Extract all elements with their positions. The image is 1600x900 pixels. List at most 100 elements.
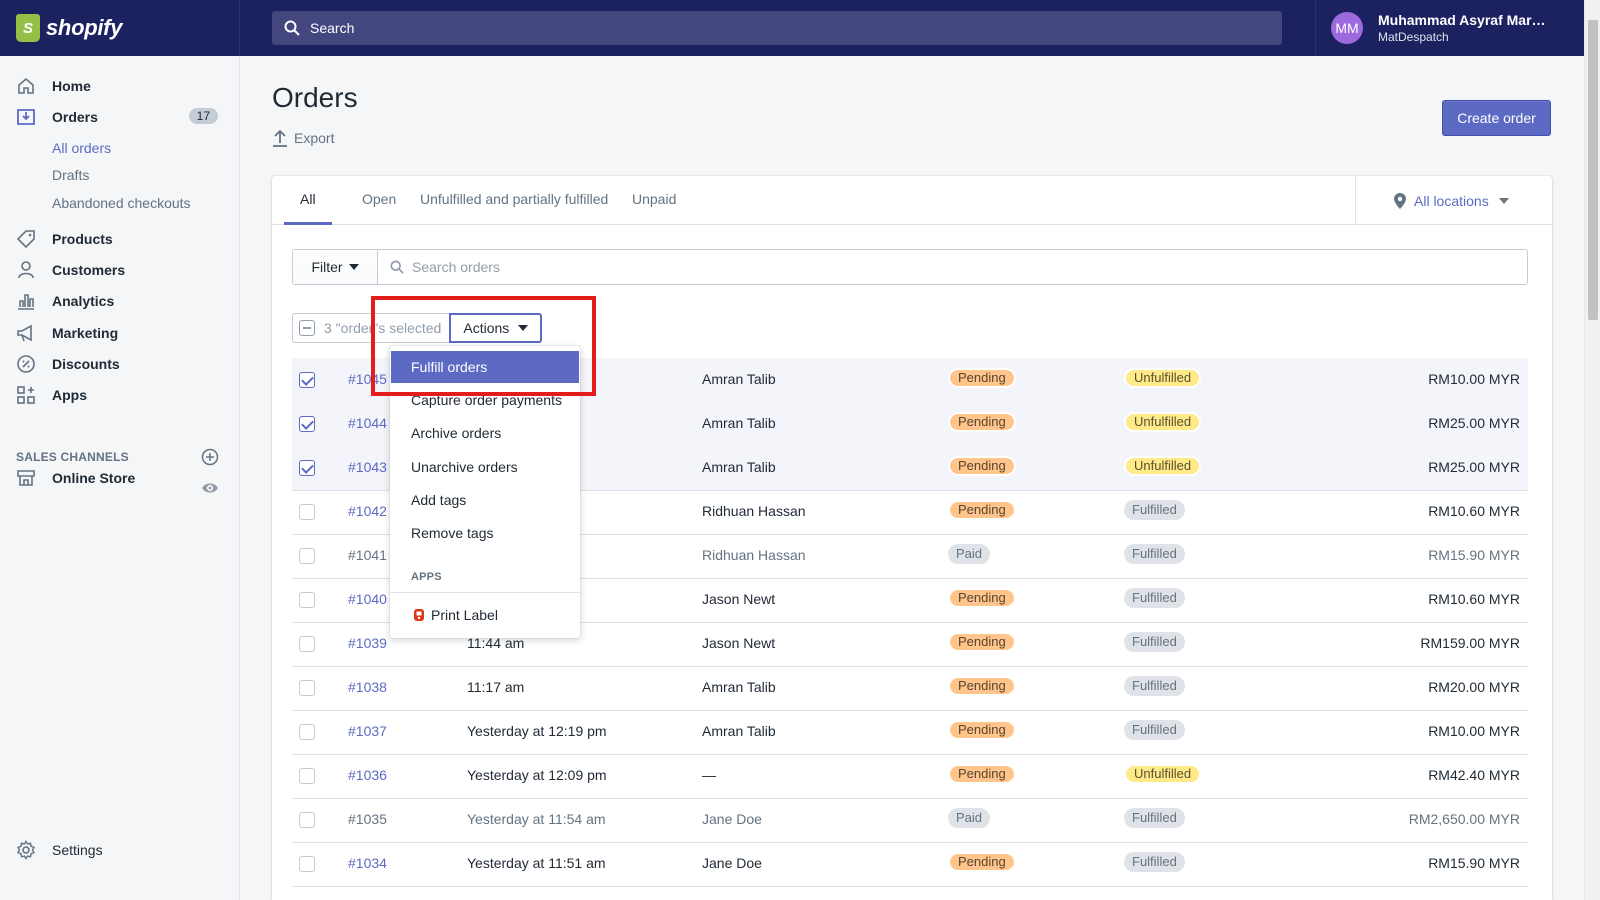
export-button[interactable]: Export [272, 129, 334, 147]
tab-all[interactable]: All [284, 176, 332, 225]
row-checkbox[interactable] [299, 768, 315, 784]
payment-status-badge: Pending [948, 412, 1016, 432]
sidebar-subitem-abandoned-checkouts[interactable]: Abandoned checkouts [52, 195, 191, 211]
row-checkbox[interactable] [299, 372, 315, 388]
table-row[interactable]: #1036 Yesterday at 12:09 pm — Pending Unfulf… [292, 754, 1528, 799]
menu-item-add-tags[interactable]: Add tags [391, 484, 579, 516]
menu-item-print-label[interactable]: Print Label [391, 599, 579, 631]
row-checkbox[interactable] [299, 680, 315, 696]
row-checkbox[interactable] [299, 504, 315, 520]
order-date: Yesterday at 12:19 pm [467, 723, 607, 739]
sidebar-item-products[interactable]: Products [0, 224, 240, 254]
sidebar-item-home[interactable]: Home [0, 71, 240, 101]
order-date: Yesterday at 12:09 pm [467, 767, 607, 783]
search-orders-field[interactable] [378, 250, 1527, 284]
order-id-link[interactable]: #1044 [348, 415, 387, 431]
order-id-link[interactable]: #1038 [348, 679, 387, 695]
fulfillment-status-badge: Fulfilled [1124, 676, 1185, 696]
order-total: RM20.00 MYR [1428, 679, 1520, 695]
sidebar-subitem-all-orders[interactable]: All orders [52, 140, 111, 156]
order-id-link[interactable]: #1035 [348, 811, 387, 827]
menu-item-unarchive-orders[interactable]: Unarchive orders [391, 451, 579, 483]
upload-icon [273, 129, 287, 147]
actions-dropdown: Fulfill orders Capture order payments Ar… [390, 346, 580, 638]
order-id-link[interactable]: #1034 [348, 855, 387, 871]
row-checkbox[interactable] [299, 636, 315, 652]
order-id-link[interactable]: #1036 [348, 767, 387, 783]
payment-status-badge: Paid [948, 544, 991, 564]
search-icon [390, 260, 404, 274]
selected-count: 3 "order"s selected [324, 320, 442, 336]
table-row[interactable]: #1034 Yesterday at 11:51 am Jane Doe Pendin… [292, 842, 1528, 887]
menu-item-capture-payments[interactable]: Capture order payments [391, 384, 579, 416]
actions-button[interactable]: Actions [449, 313, 543, 343]
sidebar-item-label: Analytics [52, 293, 115, 309]
sidebar-subitem-drafts[interactable]: Drafts [52, 167, 89, 183]
tab-unpaid[interactable]: Unpaid [632, 176, 676, 225]
tab-open[interactable]: Open [362, 176, 396, 225]
customer-name: Amran Talib [702, 371, 776, 387]
sidebar-item-discounts[interactable]: Discounts [0, 349, 240, 379]
search-orders-input[interactable] [412, 259, 1412, 275]
sidebar-item-customers[interactable]: Customers [0, 255, 240, 285]
table-row[interactable]: #1038 11:17 am Amran Talib Pending Fulfilled… [292, 666, 1528, 711]
sidebar-item-marketing[interactable]: Marketing [0, 318, 240, 348]
fulfillment-status-badge: Unfulfilled [1124, 764, 1202, 784]
location-selector[interactable]: All locations [1355, 176, 1552, 225]
row-checkbox[interactable] [299, 812, 315, 828]
order-id-link[interactable]: #1043 [348, 459, 387, 475]
row-checkbox[interactable] [299, 592, 315, 608]
order-tabs: All Open Unfulfilled and partially fulfi… [272, 176, 1552, 225]
order-id-link[interactable]: #1041 [348, 547, 387, 563]
row-checkbox[interactable] [299, 416, 315, 432]
view-store-eye-icon[interactable] [201, 479, 219, 497]
fulfillment-status-badge: Fulfilled [1124, 588, 1185, 608]
tab-unfulfilled[interactable]: Unfulfilled and partially fulfilled [420, 176, 608, 225]
customer-name: Jason Newt [702, 635, 776, 651]
user-name: Muhammad Asyraf Mar… [1378, 12, 1546, 28]
page-title: Orders [272, 82, 358, 113]
order-total: RM25.00 MYR [1428, 415, 1520, 431]
global-search[interactable] [272, 11, 1282, 45]
row-checkbox[interactable] [299, 548, 315, 564]
sidebar-item-settings[interactable]: Settings [0, 835, 240, 865]
payment-status-badge: Pending [948, 676, 1016, 696]
order-total: RM15.90 MYR [1428, 547, 1520, 563]
menu-item-fulfill-orders[interactable]: Fulfill orders [391, 351, 579, 383]
row-checkbox[interactable] [299, 460, 315, 476]
order-id-link[interactable]: #1037 [348, 723, 387, 739]
home-icon [16, 76, 36, 96]
table-row[interactable]: #1037 Yesterday at 12:19 pm Amran Talib Pen… [292, 710, 1528, 755]
bulk-select[interactable]: 3 "order"s selected [292, 313, 450, 343]
customer-icon [16, 260, 36, 280]
filter-button[interactable]: Filter [293, 250, 378, 284]
order-id-link[interactable]: #1039 [348, 635, 387, 651]
order-date: Yesterday at 11:51 am [467, 855, 606, 871]
caret-down-icon [518, 325, 529, 331]
table-row[interactable]: #1035 Yesterday at 11:54 am Jane Doe Paid Fu… [292, 798, 1528, 843]
top-bar: shopify MM Muhammad Asyraf Mar… MatDespa… [0, 0, 1584, 56]
megaphone-icon [16, 323, 36, 343]
create-order-button[interactable]: Create order [1442, 100, 1551, 136]
page-scrollbar[interactable] [1584, 0, 1600, 900]
deselect-checkbox[interactable] [299, 320, 315, 336]
sidebar: Home Orders 17 All orders Drafts Abandon… [0, 56, 240, 900]
sidebar-item-label: Home [52, 78, 91, 94]
sidebar-item-analytics[interactable]: Analytics [0, 286, 240, 316]
row-checkbox[interactable] [299, 856, 315, 872]
global-search-input[interactable] [310, 20, 1210, 36]
order-id-link[interactable]: #1042 [348, 503, 387, 519]
menu-item-remove-tags[interactable]: Remove tags [391, 517, 579, 549]
order-id-link[interactable]: #1040 [348, 591, 387, 607]
scroll-thumb[interactable] [1588, 20, 1598, 320]
menu-section-apps: APPS [411, 571, 442, 583]
menu-item-archive-orders[interactable]: Archive orders [391, 417, 579, 449]
user-menu[interactable]: MM Muhammad Asyraf Mar… MatDespatch [1315, 0, 1584, 56]
sidebar-item-orders[interactable]: Orders 17 [0, 102, 240, 132]
order-total: RM10.60 MYR [1428, 503, 1520, 519]
sidebar-item-apps[interactable]: Apps [0, 380, 240, 410]
shopify-logo[interactable]: shopify [0, 0, 240, 56]
row-checkbox[interactable] [299, 724, 315, 740]
order-id-link[interactable]: #1045 [348, 371, 387, 387]
order-date: 11:17 am [467, 679, 525, 695]
